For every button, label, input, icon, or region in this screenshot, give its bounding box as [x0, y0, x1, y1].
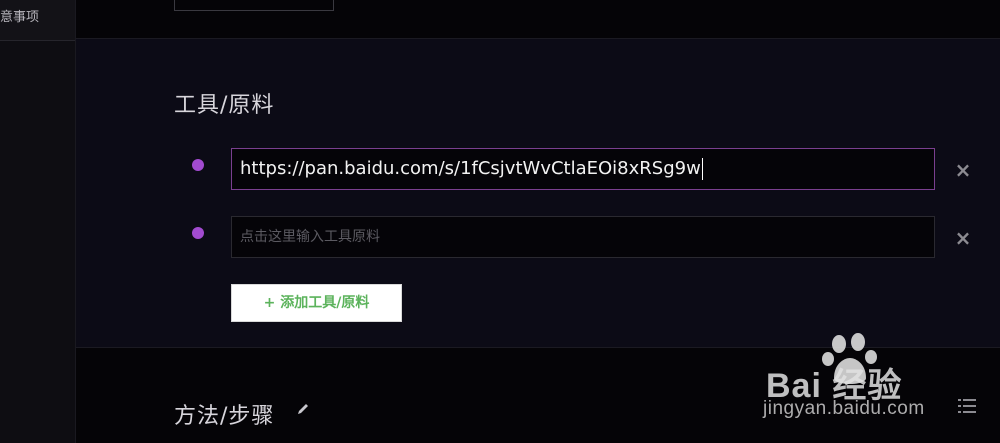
- pencil-icon[interactable]: [296, 402, 310, 416]
- tool-input-1-value: https://pan.baidu.com/s/1fCsjvtWvCtlaEOi…: [240, 158, 701, 179]
- previous-section: [76, 0, 1000, 39]
- tool-input-1[interactable]: https://pan.baidu.com/s/1fCsjvtWvCtlaEOi…: [231, 148, 935, 190]
- tool-input-2[interactable]: 点击这里输入工具原料: [231, 216, 935, 258]
- tool-input-2-placeholder: 点击这里输入工具原料: [240, 229, 380, 245]
- close-icon[interactable]: ×: [954, 228, 972, 248]
- editor-page: 意事项 工具/原料 https://pan.baidu.com/s/1fCsjv…: [0, 0, 1000, 443]
- tool-bullet-2: [192, 227, 204, 239]
- sidebar-item-notes[interactable]: 意事项: [0, 0, 75, 41]
- sidebar-item-label: 意事项: [0, 10, 40, 25]
- add-tool-button[interactable]: + 添加工具/原料: [231, 284, 402, 322]
- steps-title: 方法/步骤: [174, 404, 275, 429]
- previous-input-bottom[interactable]: [174, 0, 334, 11]
- sidebar: 意事项: [0, 0, 76, 443]
- close-icon[interactable]: ×: [954, 160, 972, 180]
- tools-title: 工具/原料: [174, 93, 275, 118]
- list-icon[interactable]: [958, 398, 976, 414]
- text-caret: [701, 158, 703, 180]
- tools-section: 工具/原料 https://pan.baidu.com/s/1fCsjvtWvC…: [76, 39, 1000, 348]
- steps-section: 方法/步骤: [76, 348, 1000, 443]
- tool-bullet-1: [192, 159, 204, 171]
